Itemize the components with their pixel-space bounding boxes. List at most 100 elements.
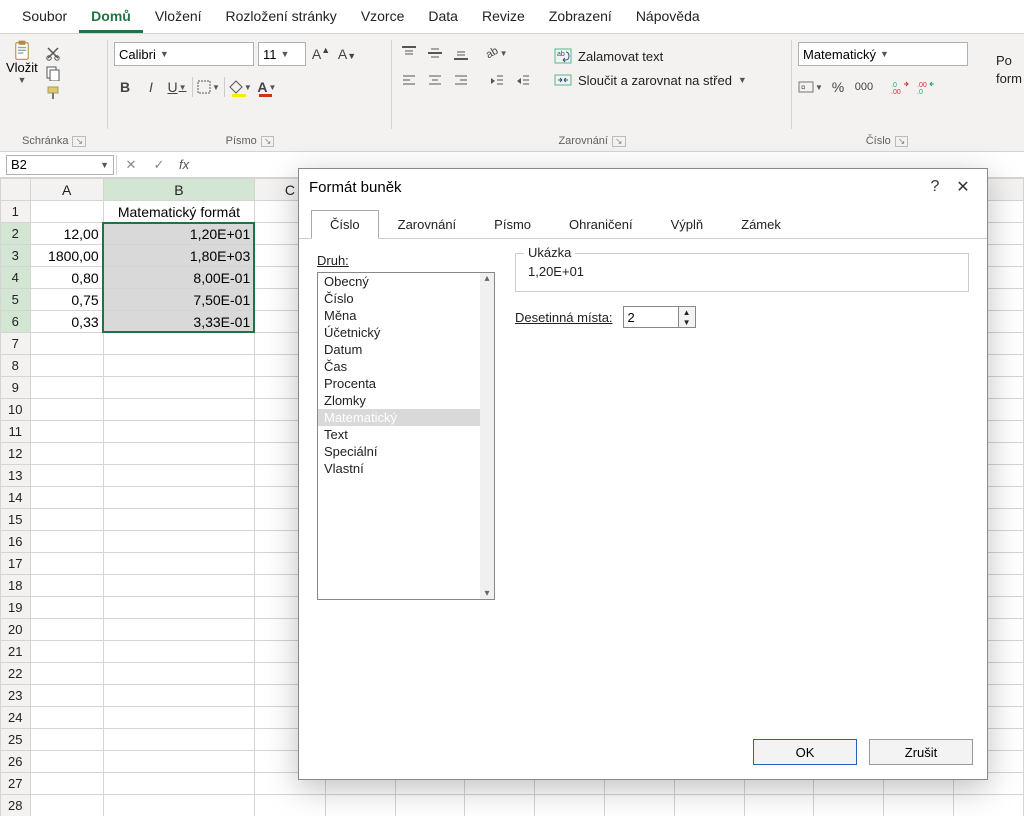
menu-home[interactable]: Domů xyxy=(79,4,143,33)
menu-formulas[interactable]: Vzorce xyxy=(349,4,417,33)
cell[interactable] xyxy=(395,795,465,816)
dialog-launcher-icon[interactable]: ↘ xyxy=(261,136,275,147)
row-header-2[interactable]: 2 xyxy=(1,223,31,245)
tab-number[interactable]: Číslo xyxy=(311,210,379,239)
help-button[interactable]: ? xyxy=(921,178,949,196)
merge-center-button[interactable]: Sloučit a zarovnat na střed ▼ xyxy=(554,72,747,88)
number-format-combo[interactable]: Matematický▼ xyxy=(798,42,968,66)
align-right-button[interactable] xyxy=(450,70,472,92)
copy-icon[interactable] xyxy=(44,64,62,82)
row-header-4[interactable]: 4 xyxy=(1,267,31,289)
menu-layout[interactable]: Rozložení stránky xyxy=(214,4,349,33)
row-header-27[interactable]: 27 xyxy=(1,773,31,795)
close-button[interactable]: ✕ xyxy=(949,177,977,197)
align-left-button[interactable] xyxy=(398,70,420,92)
menu-view[interactable]: Zobrazení xyxy=(537,4,624,33)
cell-A16[interactable] xyxy=(30,531,103,553)
cell-B2[interactable]: 1,20E+01 xyxy=(103,223,255,245)
row-header-18[interactable]: 18 xyxy=(1,575,31,597)
row-header-28[interactable]: 28 xyxy=(1,795,31,816)
tab-border[interactable]: Ohraničení xyxy=(550,210,652,239)
cell[interactable] xyxy=(535,795,605,816)
cell-B12[interactable] xyxy=(103,443,255,465)
cell-A4[interactable]: 0,80 xyxy=(30,267,103,289)
font-name-combo[interactable]: Calibri▼ xyxy=(114,42,254,66)
tab-protection[interactable]: Zámek xyxy=(722,210,800,239)
cell-B7[interactable] xyxy=(103,333,255,355)
cell[interactable] xyxy=(744,795,814,816)
row-header-8[interactable]: 8 xyxy=(1,355,31,377)
category-item[interactable]: Zlomky xyxy=(318,392,480,409)
cell-A14[interactable] xyxy=(30,487,103,509)
row-header-17[interactable]: 17 xyxy=(1,553,31,575)
cell-A9[interactable] xyxy=(30,377,103,399)
cell-B28[interactable] xyxy=(103,795,255,816)
cell-A23[interactable] xyxy=(30,685,103,707)
menu-help[interactable]: Nápověda xyxy=(624,4,712,33)
row-header-14[interactable]: 14 xyxy=(1,487,31,509)
increase-font-button[interactable]: A▲ xyxy=(310,43,332,65)
tab-fill[interactable]: Výplň xyxy=(652,210,723,239)
align-bottom-button[interactable] xyxy=(450,42,472,64)
cell-B17[interactable] xyxy=(103,553,255,575)
cut-icon[interactable] xyxy=(44,44,62,62)
cell[interactable] xyxy=(814,795,884,816)
cell-A20[interactable] xyxy=(30,619,103,641)
category-item[interactable]: Číslo xyxy=(318,290,480,307)
decimals-input[interactable] xyxy=(624,307,678,327)
wrap-text-button[interactable]: ab Zalamovat text xyxy=(554,48,747,64)
percent-button[interactable]: % xyxy=(827,76,849,98)
col-header-B[interactable]: B xyxy=(103,179,255,201)
cell-B19[interactable] xyxy=(103,597,255,619)
cell-B18[interactable] xyxy=(103,575,255,597)
category-item[interactable]: Datum xyxy=(318,341,480,358)
category-item[interactable]: Procenta xyxy=(318,375,480,392)
col-header-A[interactable]: A xyxy=(30,179,103,201)
ok-button[interactable]: OK xyxy=(753,739,857,765)
cell-A10[interactable] xyxy=(30,399,103,421)
align-top-button[interactable] xyxy=(398,42,420,64)
cell-A5[interactable]: 0,75 xyxy=(30,289,103,311)
row-header-5[interactable]: 5 xyxy=(1,289,31,311)
cancel-button[interactable]: Zrušit xyxy=(869,739,973,765)
cell-B27[interactable] xyxy=(103,773,255,795)
category-item[interactable]: Měna xyxy=(318,307,480,324)
category-item[interactable]: Čas xyxy=(318,358,480,375)
row-header-12[interactable]: 12 xyxy=(1,443,31,465)
cell-B3[interactable]: 1,80E+03 xyxy=(103,245,255,267)
row-header-20[interactable]: 20 xyxy=(1,619,31,641)
row-header-26[interactable]: 26 xyxy=(1,751,31,773)
comma-style-button[interactable]: 000 xyxy=(853,76,875,98)
cell-B15[interactable] xyxy=(103,509,255,531)
category-item[interactable]: Matematický xyxy=(318,409,480,426)
cell-B13[interactable] xyxy=(103,465,255,487)
cancel-formula-button[interactable]: ✕ xyxy=(117,157,145,173)
row-header-22[interactable]: 22 xyxy=(1,663,31,685)
align-middle-button[interactable] xyxy=(424,42,446,64)
cell-B22[interactable] xyxy=(103,663,255,685)
accounting-format-button[interactable]: ¤▼ xyxy=(798,76,823,98)
tab-alignment[interactable]: Zarovnání xyxy=(379,210,476,239)
select-all-corner[interactable] xyxy=(1,179,31,201)
cell-B14[interactable] xyxy=(103,487,255,509)
increase-indent-button[interactable] xyxy=(512,70,534,92)
decrease-font-button[interactable]: A▼ xyxy=(336,43,358,65)
row-header-9[interactable]: 9 xyxy=(1,377,31,399)
row-header-11[interactable]: 11 xyxy=(1,421,31,443)
font-size-combo[interactable]: 11▼ xyxy=(258,42,306,66)
dialog-launcher-icon[interactable]: ↘ xyxy=(72,136,86,147)
row-header-24[interactable]: 24 xyxy=(1,707,31,729)
category-item[interactable]: Obecný xyxy=(318,273,480,290)
increase-decimal-button[interactable]: .0.00 xyxy=(889,76,911,98)
underline-button[interactable]: U▼ xyxy=(166,76,188,98)
cell-B1[interactable]: Matematický formát xyxy=(103,201,255,223)
cell[interactable] xyxy=(604,795,674,816)
cell-A13[interactable] xyxy=(30,465,103,487)
cell-A2[interactable]: 12,00 xyxy=(30,223,103,245)
fx-icon[interactable]: fx xyxy=(173,157,195,172)
spinner-up-icon[interactable]: ▲ xyxy=(679,307,695,317)
cell-B23[interactable] xyxy=(103,685,255,707)
cell-B11[interactable] xyxy=(103,421,255,443)
cell-B16[interactable] xyxy=(103,531,255,553)
italic-button[interactable]: I xyxy=(140,76,162,98)
